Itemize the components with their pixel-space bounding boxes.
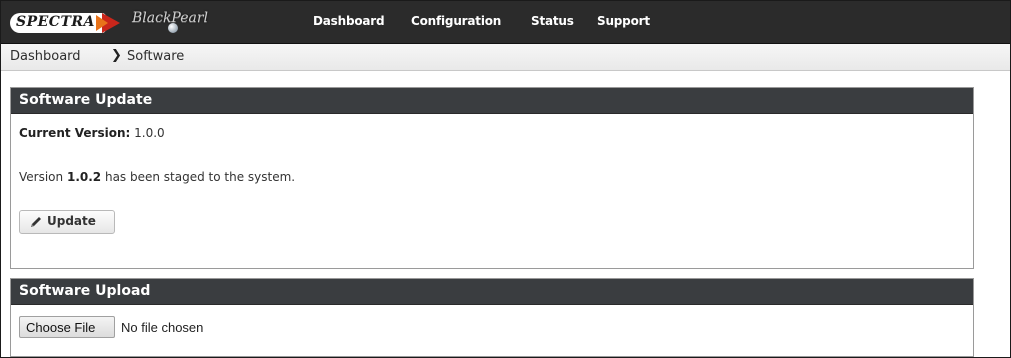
panel-title: Software Update — [19, 92, 153, 108]
update-button-label: Update — [47, 214, 96, 228]
nav-dashboard[interactable]: Dashboard — [313, 14, 385, 28]
top-navigation-bar: SPECTRA BlackPearl Dashboard Configurati… — [1, 1, 1010, 44]
choose-file-button[interactable]: Choose File — [19, 316, 115, 338]
brand-name: SPECTRA — [16, 14, 95, 30]
update-button[interactable]: Update — [19, 210, 115, 234]
breadcrumb-dashboard-link[interactable]: Dashboard — [10, 49, 81, 64]
software-update-panel: Software Update Current Version: 1.0.0 V… — [10, 87, 974, 269]
choose-file-label: Choose File — [26, 320, 96, 335]
nav-status[interactable]: Status — [531, 14, 574, 28]
current-version-label: Current Version: — [19, 126, 131, 140]
breadcrumb-current: Software — [127, 49, 185, 64]
panel-title: Software Upload — [19, 283, 151, 299]
spectra-logo[interactable]: SPECTRA — [10, 11, 122, 35]
blackpearl-logo[interactable]: BlackPearl — [130, 8, 226, 36]
current-version-value: 1.0.0 — [134, 126, 165, 140]
nav-configuration[interactable]: Configuration — [411, 14, 501, 28]
pearl-icon — [168, 23, 178, 33]
pencil-icon — [31, 217, 41, 227]
panel-header: Software Update — [11, 88, 973, 114]
breadcrumb: Dashboard ❯ Software — [1, 44, 1010, 71]
software-upload-panel: Software Upload Choose File No file chos… — [10, 278, 974, 357]
file-status-text: No file chosen — [121, 320, 204, 335]
staged-prefix: Version — [19, 170, 64, 184]
app-frame: SPECTRA BlackPearl Dashboard Configurati… — [0, 0, 1011, 358]
current-version-row: Current Version: 1.0.0 — [19, 126, 165, 140]
logo-arrow-accent-icon — [96, 15, 108, 31]
staged-suffix: has been staged to the system. — [104, 170, 296, 184]
chevron-right-icon: ❯ — [111, 48, 122, 63]
staged-version: 1.0.2 — [66, 170, 102, 184]
staged-version-message: Version 1.0.2 has been staged to the sys… — [19, 170, 295, 184]
nav-support[interactable]: Support — [597, 14, 650, 28]
panel-header: Software Upload — [11, 279, 973, 305]
